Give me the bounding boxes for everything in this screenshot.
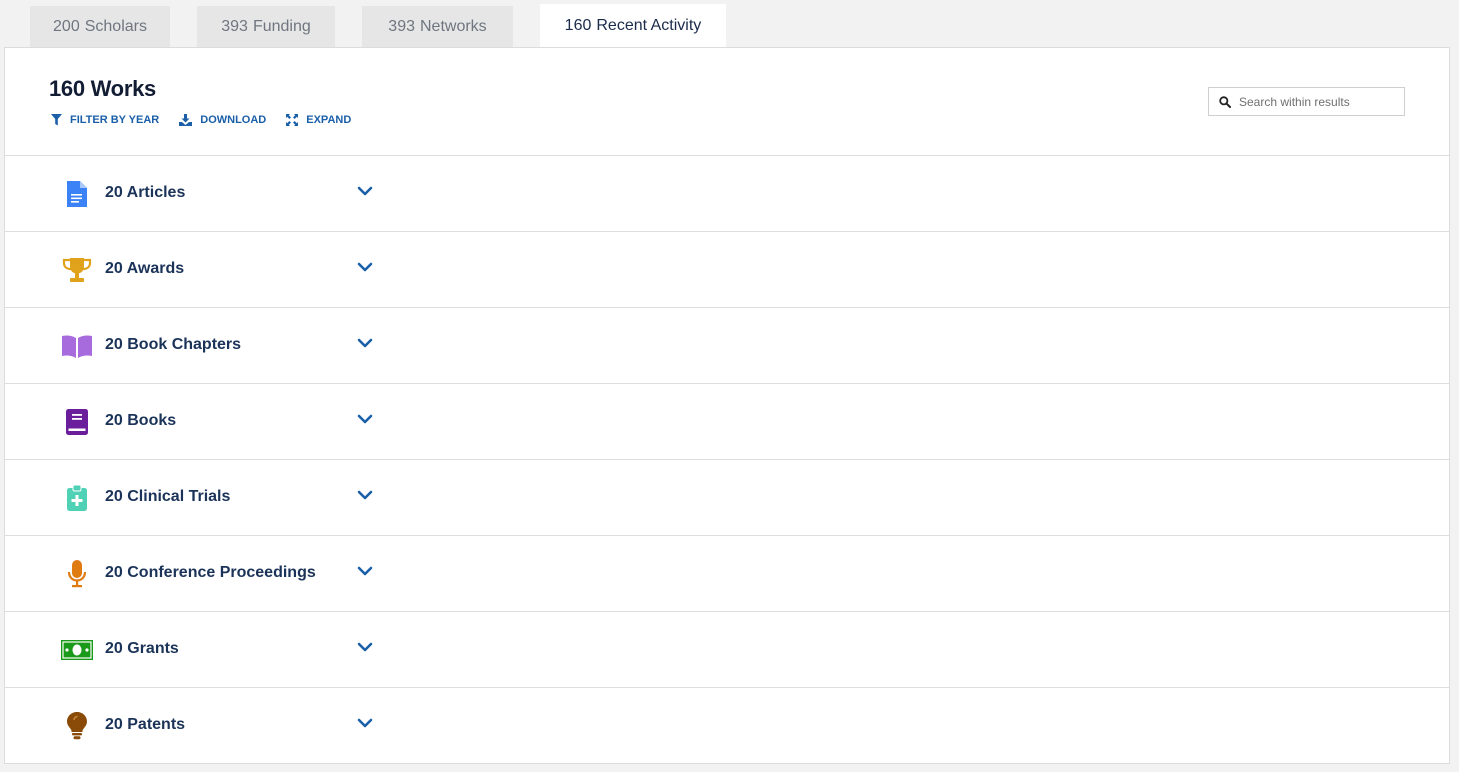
clipboard-medical-icon [61, 484, 93, 512]
tab-count: 393 [388, 17, 415, 35]
chevron-down-icon[interactable] [357, 186, 373, 196]
trophy-icon [61, 256, 93, 284]
category-label: 20 Conference Proceedings [105, 564, 316, 581]
lightbulb-icon [61, 712, 93, 740]
filter-icon [51, 114, 62, 126]
tab-label: Funding [252, 17, 311, 35]
tab-count: 160 [564, 16, 592, 34]
works-category-clinical-trials[interactable]: 20 Clinical Trials [5, 460, 1449, 536]
category-label: 20 Clinical Trials [105, 488, 231, 505]
works-category-patents[interactable]: 20 Patents [5, 688, 1449, 764]
tab-bar: 200 Scholars 393 Funding 393 Networks 16… [30, 4, 753, 47]
filter-by-year-label: FILTER BY YEAR [70, 114, 160, 126]
chevron-down-icon[interactable] [357, 566, 373, 576]
tab-scholars[interactable]: 200 Scholars [30, 6, 170, 47]
works-list: 20 Articles 20 Awards 20 Book Chapters 2… [5, 156, 1449, 764]
chevron-down-icon[interactable] [357, 414, 373, 424]
chevron-down-icon[interactable] [357, 642, 373, 652]
tab-networks[interactable]: 393 Networks [362, 6, 513, 47]
document-icon [61, 180, 93, 208]
money-icon [61, 636, 93, 664]
tab-funding[interactable]: 393 Funding [197, 6, 335, 47]
chevron-down-icon[interactable] [357, 718, 373, 728]
category-label: 20 Patents [105, 716, 186, 733]
tab-recent-activity[interactable]: 160 Recent Activity [540, 4, 726, 47]
works-category-articles[interactable]: 20 Articles [5, 156, 1449, 232]
filter-by-year-button[interactable]: FILTER BY YEAR [51, 114, 159, 126]
works-panel: 160 Works FILTER BY YEAR DOWNLOAD EXPAND… [4, 47, 1450, 764]
chevron-down-icon[interactable] [357, 338, 373, 348]
works-category-awards[interactable]: 20 Awards [5, 232, 1449, 308]
book-icon [61, 408, 93, 436]
expand-button[interactable]: EXPAND [286, 114, 351, 126]
works-actions: FILTER BY YEAR DOWNLOAD EXPAND [51, 114, 371, 126]
works-category-book-chapters[interactable]: 20 Book Chapters [5, 308, 1449, 384]
download-icon [179, 114, 193, 126]
category-label: 20 Books [105, 412, 177, 429]
tab-label: Networks [420, 17, 487, 35]
tab-label: Scholars [84, 17, 147, 35]
category-label: 20 Grants [105, 640, 179, 657]
works-category-conference-proceedings[interactable]: 20 Conference Proceedings [5, 536, 1449, 612]
category-label: 20 Articles [105, 184, 186, 201]
download-label: DOWNLOAD [200, 114, 267, 126]
works-category-grants[interactable]: 20 Grants [5, 612, 1449, 688]
chevron-down-icon[interactable] [357, 490, 373, 500]
works-category-books[interactable]: 20 Books [5, 384, 1449, 460]
download-button[interactable]: DOWNLOAD [179, 114, 266, 126]
works-header: 160 Works FILTER BY YEAR DOWNLOAD EXPAND… [5, 48, 1449, 156]
expand-label: EXPAND [306, 114, 352, 126]
open-book-icon [61, 332, 93, 360]
tab-count: 200 [53, 17, 80, 35]
search-icon [1219, 95, 1231, 108]
tab-count: 393 [221, 17, 248, 35]
expand-icon [286, 114, 299, 126]
page-title: 160 Works [49, 76, 156, 101]
microphone-icon [61, 560, 93, 588]
category-label: 20 Book Chapters [105, 336, 242, 353]
chevron-down-icon[interactable] [357, 262, 373, 272]
category-label: 20 Awards [105, 260, 185, 277]
search-box [1208, 87, 1405, 116]
search-input[interactable] [1239, 94, 1389, 109]
tab-label: Recent Activity [596, 16, 702, 34]
